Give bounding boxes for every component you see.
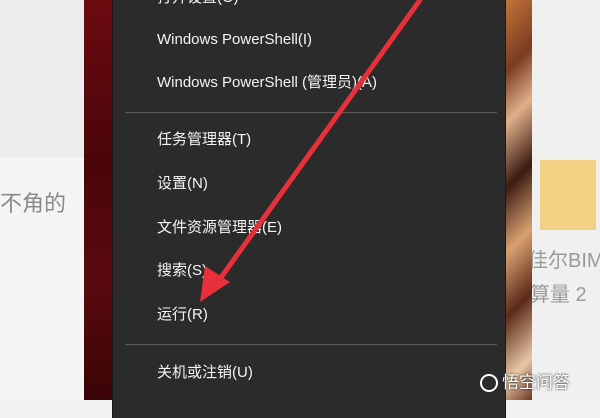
bg-text-line: 佳尔BIM [528,250,600,272]
menu-separator [125,112,497,113]
menu-item-task-manager[interactable]: 任务管理器(T) [157,130,251,150]
menu-item-settings-top[interactable]: 打开设置(O) [157,0,239,8]
menu-item-powershell[interactable]: Windows PowerShell(I) [157,30,312,50]
menu-item-shutdown[interactable]: 关机或注销(U) [157,363,253,383]
wukong-logo-icon [480,374,498,392]
bg-text-line: 算量 2 [530,284,587,306]
logo-image [540,160,596,230]
menu-item-file-explorer[interactable]: 文件资源管理器(E) [157,218,282,238]
menu-item-powershell-admin[interactable]: Windows PowerShell (管理员)(A) [157,73,377,93]
menu-item-settings[interactable]: 设置(N) [157,174,208,194]
menu-item-search[interactable]: 搜索(S) [157,261,207,281]
bg-text-line: 不角的 [0,191,67,216]
watermark-text: 悟空问答 [502,373,570,392]
menu-item-run[interactable]: 运行(R) [157,305,208,325]
watermark: 悟空问答 [480,368,570,393]
winx-context-menu: 打开设置(O) Windows PowerShell(I) Windows Po… [112,0,506,418]
menu-separator [125,344,497,345]
